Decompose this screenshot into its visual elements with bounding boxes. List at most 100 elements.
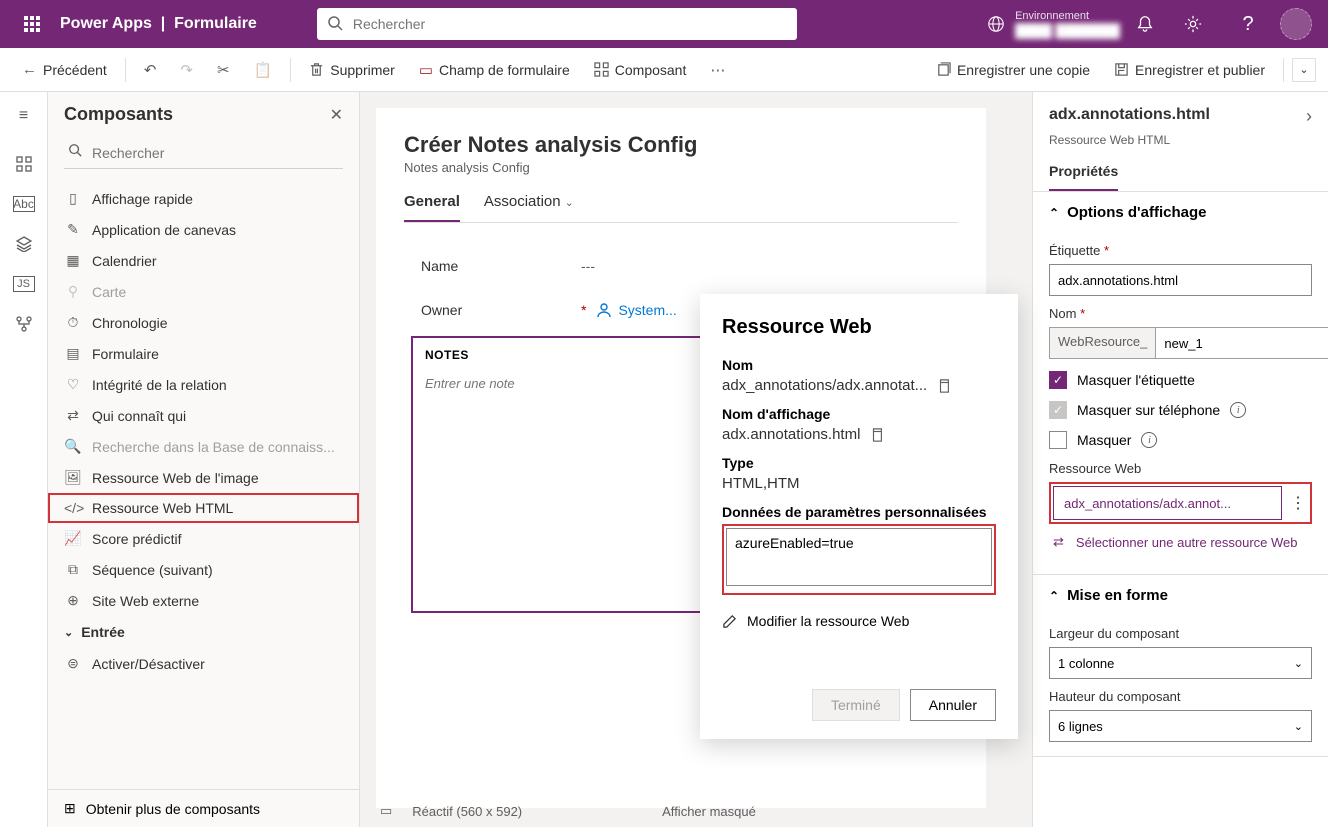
rail-hamburger[interactable]: ≡: [8, 100, 40, 132]
who-knows-icon: ⇄: [64, 407, 82, 424]
rail-js[interactable]: JS: [13, 276, 35, 292]
select-width[interactable]: 1 colonne ⌄: [1049, 647, 1312, 679]
components-search-input[interactable]: [64, 137, 343, 169]
label-etiquette: Étiquette *: [1049, 243, 1312, 258]
canvas-mode[interactable]: Réactif (560 x 592): [412, 804, 522, 819]
waffle-icon[interactable]: [8, 0, 56, 48]
user-avatar[interactable]: [1280, 8, 1312, 40]
components-panel: Composants ✕ ▯Affichage rapide ✎Applicat…: [48, 92, 360, 827]
switch-resource[interactable]: ⇄ Sélectionner une autre ressource Web: [1049, 524, 1312, 560]
responsive-icon[interactable]: ▭: [380, 803, 392, 819]
comp-sequence[interactable]: ⧉Séquence (suivant): [48, 554, 359, 585]
save-dropdown[interactable]: ⌄: [1292, 58, 1316, 82]
rail-layers[interactable]: [8, 228, 40, 260]
cancel-button[interactable]: Annuler: [910, 689, 996, 721]
save-copy-icon: [936, 62, 951, 77]
rail-fields[interactable]: Abc: [13, 196, 35, 212]
copy-icon[interactable]: [937, 379, 951, 393]
save-copy-button[interactable]: Enregistrer une copie: [926, 56, 1100, 84]
edit-resource-button[interactable]: Modifier la ressource Web: [722, 613, 996, 629]
comp-group-input[interactable]: ⌄Entrée: [48, 616, 359, 648]
back-label: Précédent: [43, 62, 107, 78]
props-title: adx.annotations.html: [1049, 106, 1210, 124]
rail-flow[interactable]: [8, 308, 40, 340]
select-height[interactable]: 6 lignes ⌄: [1049, 710, 1312, 742]
rail-tree[interactable]: [8, 148, 40, 180]
resource-more-icon[interactable]: ⋮: [1288, 493, 1308, 513]
delete-button[interactable]: Supprimer: [299, 56, 405, 84]
tab-properties[interactable]: Propriétés: [1049, 155, 1118, 191]
chevron-down-icon: ⌄: [1294, 657, 1303, 670]
settings-icon[interactable]: [1184, 15, 1216, 33]
input-etiquette[interactable]: [1049, 264, 1312, 296]
app-name: Power Apps: [60, 15, 152, 32]
paste-icon: 📋: [254, 61, 273, 79]
cut-button[interactable]: ✂: [207, 55, 240, 85]
comp-timeline[interactable]: ⏱Chronologie: [48, 307, 359, 338]
close-panel-icon[interactable]: ✕: [330, 105, 343, 125]
dialog-type-label: Type: [722, 455, 996, 471]
dialog-name-label: Nom: [722, 357, 996, 373]
dialog-display-value: adx.annotations.html: [722, 426, 996, 443]
comp-predictive[interactable]: 📈Score prédictif: [48, 523, 359, 554]
props-subtitle: Ressource Web HTML: [1033, 133, 1328, 155]
section-display-options[interactable]: ⌃ Options d'affichage: [1033, 192, 1328, 233]
comp-who-knows[interactable]: ⇄Qui connaît qui: [48, 400, 359, 431]
field-name-label: Name: [421, 258, 581, 274]
dialog-type-value: HTML,HTM: [722, 475, 996, 492]
back-button[interactable]: ← Précédent: [12, 55, 117, 84]
info-icon[interactable]: i: [1230, 402, 1246, 418]
component-button[interactable]: Composant: [584, 56, 697, 84]
image-res-icon: 🖼: [64, 469, 82, 486]
components-list: ▯Affichage rapide ✎Application de caneva…: [48, 179, 359, 789]
comp-quick-view[interactable]: ▯Affichage rapide: [48, 183, 359, 214]
save-publish-button[interactable]: Enregistrer et publier: [1104, 56, 1275, 84]
dialog-params-input[interactable]: azureEnabled=true: [726, 528, 992, 586]
input-nom[interactable]: [1155, 327, 1328, 359]
comp-kb-search: 🔍Recherche dans la Base de connaiss...: [48, 431, 359, 462]
env-label: Environnement: [1015, 10, 1120, 23]
more-commands[interactable]: ⋯: [700, 55, 735, 85]
undo-button[interactable]: ↶: [134, 55, 167, 85]
check-hide-label[interactable]: ✓ Masquer l'étiquette: [1049, 371, 1312, 389]
section-layout[interactable]: ⌃ Mise en forme: [1033, 575, 1328, 616]
check-hide[interactable]: Masquer i: [1049, 431, 1312, 449]
canvas-app-icon: ✎: [64, 221, 82, 238]
ellipsis-icon: ⋯: [710, 61, 725, 79]
info-icon[interactable]: i: [1141, 432, 1157, 448]
help-icon[interactable]: ?: [1232, 13, 1264, 36]
comp-external-site[interactable]: ⊕Site Web externe: [48, 585, 359, 616]
checkbox-icon: ✓: [1049, 371, 1067, 389]
field-name[interactable]: Name ---: [405, 244, 957, 288]
app-header: Power Apps | Formulaire Environnement ██…: [0, 0, 1328, 48]
environment-picker[interactable]: Environnement ████ ███████: [987, 10, 1120, 39]
comp-image-resource[interactable]: 🖼Ressource Web de l'image: [48, 462, 359, 493]
view-icon: ▯: [64, 190, 82, 207]
paste-button[interactable]: 📋: [244, 55, 283, 85]
form-field-button[interactable]: ▭ Champ de formulaire: [409, 55, 580, 85]
comp-relation[interactable]: ♡Intégrité de la relation: [48, 369, 359, 400]
comp-calendar[interactable]: ▦Calendrier: [48, 245, 359, 276]
copy-icon[interactable]: [870, 428, 884, 442]
map-icon: ⚲: [64, 283, 82, 300]
comp-form[interactable]: ▤Formulaire: [48, 338, 359, 369]
show-hidden-toggle[interactable]: Afficher masqué: [662, 804, 756, 819]
comp-canvas-app[interactable]: ✎Application de canevas: [48, 214, 359, 245]
get-more-components[interactable]: ⊞ Obtenir plus de composants: [48, 789, 359, 827]
notifications-icon[interactable]: [1136, 15, 1168, 33]
comp-map: ⚲Carte: [48, 276, 359, 307]
cut-icon: ✂: [217, 61, 230, 79]
global-search[interactable]: [317, 8, 797, 40]
chevron-right-icon[interactable]: ›: [1306, 106, 1312, 127]
timeline-icon: ⏱: [64, 314, 82, 331]
dialog-display-label: Nom d'affichage: [722, 406, 996, 422]
resource-value[interactable]: adx_annotations/adx.annot...: [1053, 486, 1282, 520]
swap-icon: ⇄: [1053, 534, 1064, 550]
delete-label: Supprimer: [330, 62, 395, 78]
redo-button[interactable]: ↷: [170, 55, 203, 85]
comp-toggle[interactable]: ⊜Activer/Désactiver: [48, 648, 359, 679]
global-search-input[interactable]: [317, 8, 797, 40]
comp-html-resource[interactable]: </>Ressource Web HTML: [48, 493, 359, 523]
tab-general[interactable]: General: [404, 193, 460, 222]
tab-association[interactable]: Association⌄: [484, 193, 574, 222]
